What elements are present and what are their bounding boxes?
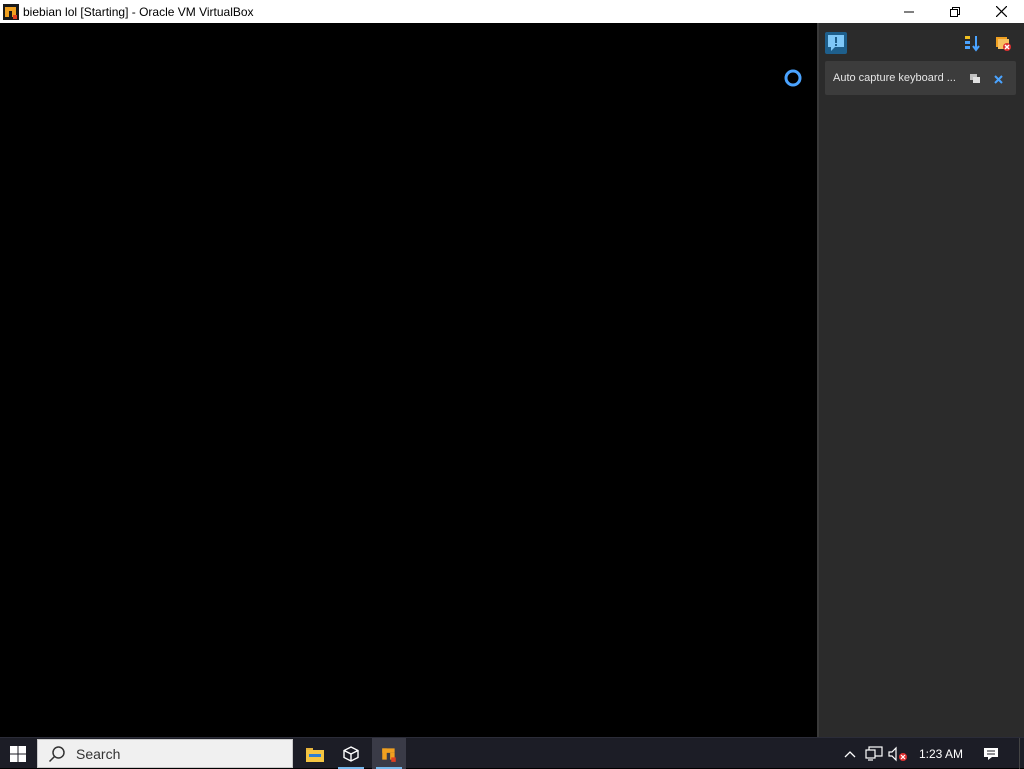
sort-icon	[965, 36, 980, 52]
clear-all-icon	[996, 37, 1011, 51]
show-hidden-icons-chevron-icon	[844, 750, 856, 757]
volume-tray-button[interactable]	[886, 738, 910, 769]
loading-spinner-icon	[783, 68, 803, 88]
action-center-icon	[984, 747, 998, 760]
notification-item[interactable]: Auto capture keyboard ...	[825, 61, 1016, 95]
taskbar-file-explorer[interactable]	[298, 738, 332, 769]
windows-logo-icon	[10, 745, 26, 762]
clear-all-button[interactable]	[994, 34, 1012, 57]
close-button[interactable]	[978, 0, 1024, 23]
action-center-button[interactable]	[978, 738, 1004, 769]
notifications-toggle-icon	[825, 32, 847, 54]
minimize-button[interactable]	[886, 0, 932, 23]
taskbar-virtualbox-manager[interactable]	[334, 738, 368, 769]
notification-close-button[interactable]	[993, 72, 1004, 90]
notification-text: Auto capture keyboard ...	[833, 72, 956, 84]
help-icon	[970, 74, 980, 83]
network-icon	[865, 745, 883, 761]
sort-button[interactable]	[964, 34, 982, 57]
show-desktop-button[interactable]	[1019, 738, 1024, 769]
taskbar-search-box[interactable]: Search	[37, 739, 293, 768]
show-hidden-icons-button[interactable]	[840, 738, 860, 769]
taskbar-virtualbox-vm[interactable]	[372, 738, 406, 769]
virtualbox-vm-icon	[382, 747, 396, 762]
clock-time: 1:23 AM	[918, 746, 964, 761]
notification-center-panel: Auto capture keyboard ...	[817, 23, 1024, 737]
search-icon	[48, 745, 65, 762]
file-explorer-icon	[306, 747, 324, 762]
taskbar: Search 1:23 AM	[0, 737, 1024, 769]
network-tray-button[interactable]	[862, 738, 886, 769]
notification-help-button[interactable]	[969, 72, 981, 90]
notifications-toggle-button[interactable]	[825, 32, 847, 59]
start-button[interactable]	[0, 738, 36, 769]
search-placeholder: Search	[76, 745, 121, 762]
taskbar-clock[interactable]: 1:23 AM	[912, 738, 970, 769]
close-icon	[995, 6, 1007, 17]
virtualbox-manager-icon	[343, 745, 359, 762]
window-title: biebian lol [Starting] - Oracle VM Virtu…	[23, 4, 254, 19]
volume-muted-icon	[888, 746, 907, 761]
virtualbox-vm-icon	[3, 3, 19, 20]
vm-display[interactable]	[0, 23, 817, 737]
close-icon	[994, 75, 1003, 84]
minimize-icon	[904, 11, 914, 12]
restore-button[interactable]	[932, 0, 978, 23]
restore-icon	[950, 6, 960, 17]
window-titlebar[interactable]: biebian lol [Starting] - Oracle VM Virtu…	[0, 0, 1024, 23]
